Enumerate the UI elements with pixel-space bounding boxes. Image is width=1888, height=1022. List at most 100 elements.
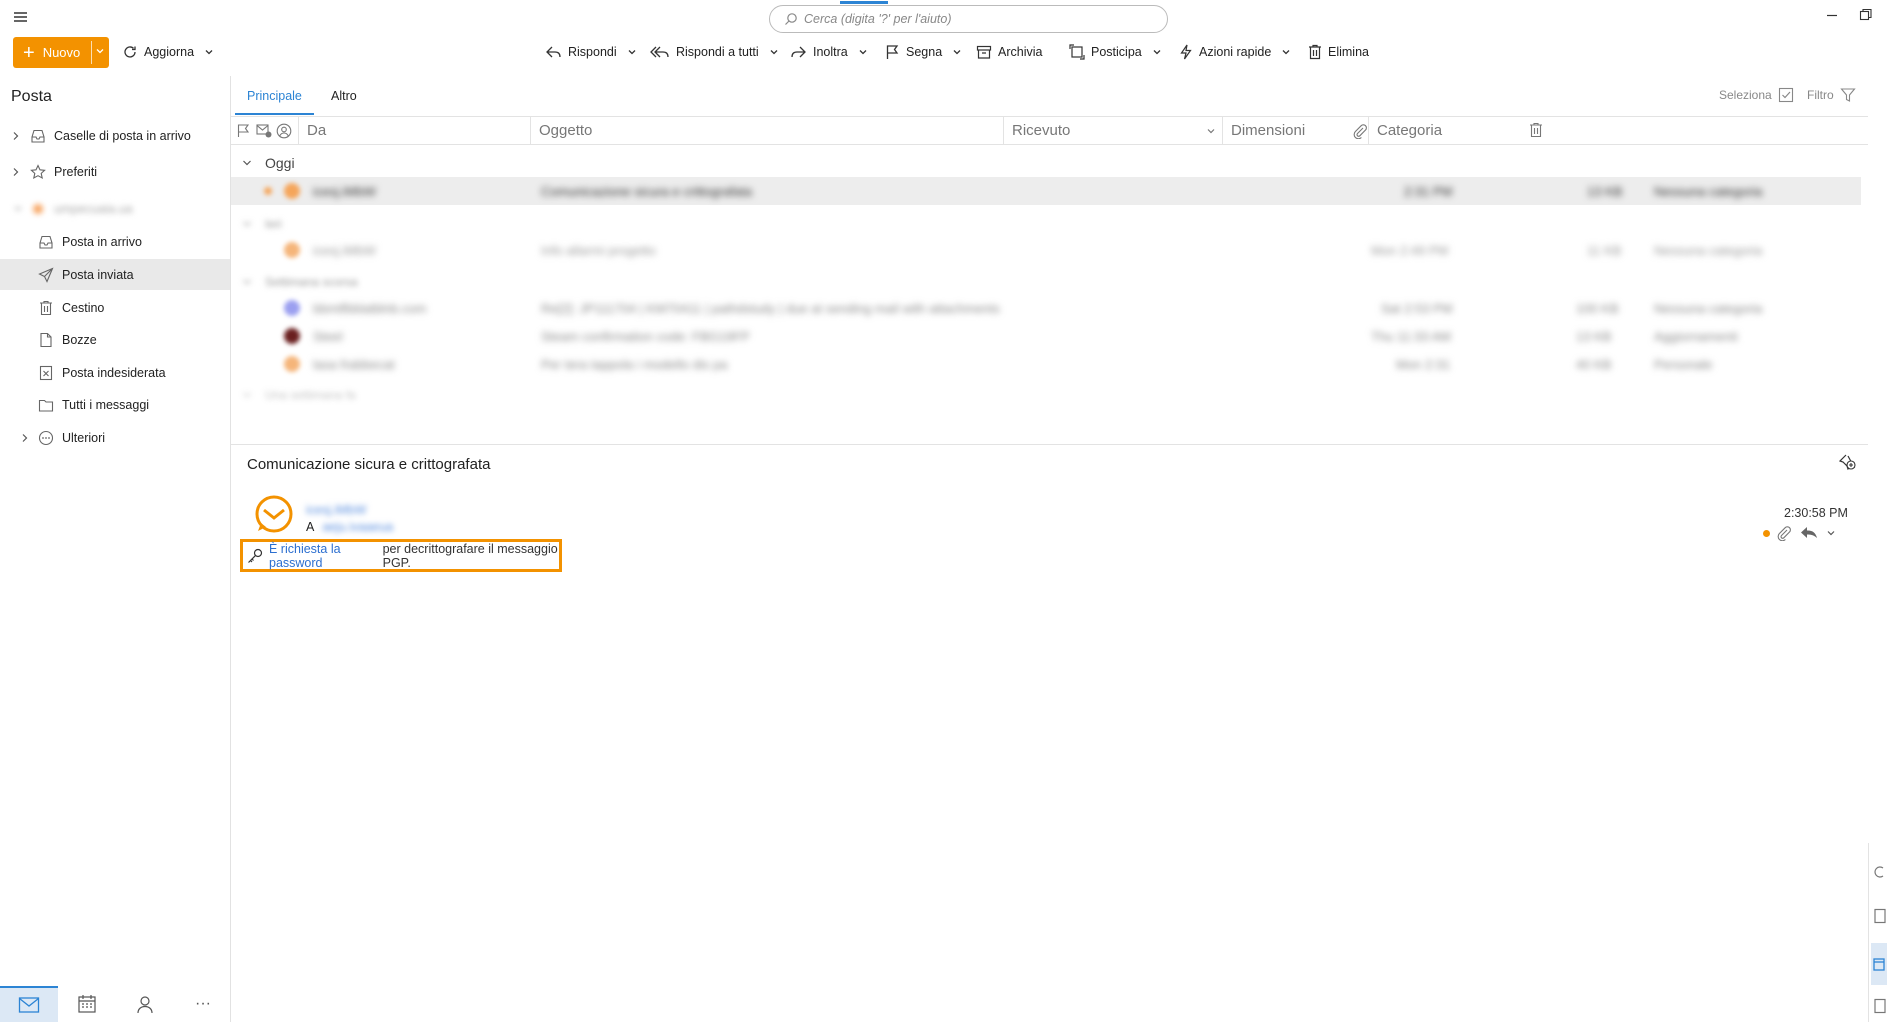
group-header-last-week[interactable]: Settimana scorsa <box>231 269 358 295</box>
reply-icon[interactable] <box>1800 526 1826 540</box>
group-label: Oggi <box>265 155 295 171</box>
contacts-icon[interactable] <box>116 986 174 1022</box>
quick-actions-button[interactable]: Azioni rapide <box>1179 42 1297 62</box>
archive-button[interactable]: Archivia <box>976 42 1042 62</box>
row-category: Nessuna categoria <box>1654 243 1763 258</box>
calendar-icon[interactable] <box>58 986 116 1022</box>
chevron-down-icon <box>858 47 874 57</box>
message-subject: Comunicazione sicura e crittografata <box>247 456 491 473</box>
row-size: 13 KB <box>1587 184 1623 199</box>
sidebar-item-inboxes[interactable]: Caselle di posta in arrivo <box>0 120 230 151</box>
table-row[interactable]: icesj.iMbW Comunicazione sicura e critto… <box>231 177 1861 205</box>
chevron-down-icon <box>204 47 220 57</box>
sidebar-item-account[interactable]: umpecuaia.ua <box>0 193 230 224</box>
send-icon <box>38 266 54 283</box>
sidebar-item-sent[interactable]: Posta inviata <box>0 259 230 290</box>
trash-column-icon[interactable] <box>1529 122 1543 138</box>
column-subject[interactable]: Oggetto <box>530 117 1003 144</box>
group-header-yesterday[interactable]: Ieri <box>231 211 282 237</box>
sidebar-item-drafts[interactable]: Bozze <box>0 324 230 355</box>
group-header-older[interactable]: Una settimana fa <box>231 382 356 408</box>
row-size: 11 KB <box>1587 243 1622 258</box>
forward-button[interactable]: Inoltra <box>790 42 874 62</box>
attachment-column-icon[interactable] <box>1352 123 1368 139</box>
chevron-right-icon[interactable] <box>12 131 20 141</box>
title-bar: Cerca (digita '?' per l'aiuto) <box>0 0 1888 36</box>
chevron-down-icon[interactable] <box>95 46 105 56</box>
recipient-address[interactable]: aeju.ivaaeua <box>322 520 393 534</box>
table-row[interactable]: bbmtfbblatblnb.com Re[2]: JP111704 | KM7… <box>231 294 1861 322</box>
rail-document-icon[interactable] <box>1873 908 1887 928</box>
inbox-tray-icon <box>30 128 46 144</box>
sidebar-item-all-messages[interactable]: Tutti i messaggi <box>0 389 230 420</box>
read-status-column-icon[interactable] <box>256 123 272 138</box>
row-category: Nessuna categoria <box>1654 184 1763 199</box>
forward-icon <box>790 44 813 60</box>
table-row[interactable]: lasa frabbecat Per tera tappola i modell… <box>231 350 1861 378</box>
attachment-icon[interactable] <box>1776 525 1800 541</box>
new-button[interactable]: + Nuovo <box>13 37 109 68</box>
more-icon[interactable]: ··· <box>174 986 232 1022</box>
chevron-right-icon[interactable] <box>21 433 29 443</box>
pin-add-icon[interactable] <box>1838 454 1856 472</box>
sidebar-item-favorites[interactable]: Preferiti <box>0 156 230 187</box>
reply-all-label: Rispondi a tutti <box>676 45 759 59</box>
reply-all-button[interactable]: Rispondi a tutti <box>650 42 785 62</box>
search-input[interactable]: Cerca (digita '?' per l'aiuto) <box>769 1 1168 33</box>
rail-calendar-icon[interactable] <box>1871 943 1887 985</box>
password-required-link[interactable]: È richiesta la password <box>269 542 379 570</box>
row-category: Aggiornamenti <box>1654 329 1738 344</box>
quick-actions-label: Azioni rapide <box>1199 45 1272 59</box>
column-from[interactable]: Da <box>298 117 530 144</box>
column-category[interactable]: Categoria <box>1368 117 1523 144</box>
avatar-column-icon[interactable] <box>276 123 292 139</box>
mark-button[interactable]: Segna <box>885 42 968 62</box>
filter-button[interactable]: Filtro <box>1807 87 1856 103</box>
funnel-icon <box>1834 87 1856 103</box>
tab-primary[interactable]: Principale <box>235 89 314 115</box>
junk-icon <box>38 365 54 381</box>
snooze-button[interactable]: Posticipa <box>1069 42 1168 62</box>
mail-icon[interactable] <box>0 986 58 1022</box>
chevron-right-icon[interactable] <box>12 167 20 177</box>
sender-name[interactable]: icesj.iMbW <box>306 503 366 517</box>
rail-item-icon[interactable] <box>1873 865 1887 885</box>
row-received: Sat 2:53 PM <box>1381 301 1453 316</box>
sidebar-title: Posta <box>11 88 52 105</box>
delete-button[interactable]: Elimina <box>1308 42 1369 62</box>
star-icon <box>30 163 46 180</box>
column-received[interactable]: Ricevuto <box>1003 117 1222 144</box>
main-pane: Principale Altro Seleziona Filtro Da Ogg… <box>231 76 1868 1022</box>
sidebar-item-trash[interactable]: Cestino <box>0 292 230 323</box>
tab-other[interactable]: Altro <box>331 89 357 103</box>
minimize-icon[interactable] <box>1823 6 1841 24</box>
chevron-down-icon[interactable] <box>1826 528 1844 538</box>
archive-icon <box>976 44 998 60</box>
sidebar-item-junk[interactable]: Posta indesiderata <box>0 357 230 388</box>
reply-button[interactable]: Rispondi <box>545 42 643 62</box>
flag-column-icon[interactable] <box>236 123 251 138</box>
sort-chevron-icon <box>1206 126 1216 136</box>
menu-icon[interactable] <box>12 9 30 25</box>
table-row[interactable]: Steel Steam confirmation code: FBG19FP T… <box>231 322 1861 350</box>
search-focus-bar <box>840 1 888 4</box>
restore-icon[interactable] <box>1857 6 1875 24</box>
table-row[interactable]: icesj.iMbW Info allarmi progetto Mon 2:4… <box>231 236 1861 264</box>
chevron-down-icon <box>242 219 252 229</box>
inbox-tray-icon <box>38 234 54 250</box>
pgp-password-notice: È richiesta la password per decrittograf… <box>240 539 562 572</box>
sidebar-item-inbox[interactable]: Posta in arrivo <box>0 226 230 257</box>
sidebar-item-label: Bozze <box>62 332 97 347</box>
flag-icon <box>885 44 906 60</box>
sender-avatar <box>253 493 295 535</box>
row-received: 2:31 PM <box>1404 184 1453 199</box>
row-from: lasa frabbecat <box>313 357 395 372</box>
column-size[interactable]: Dimensioni <box>1222 117 1349 144</box>
refresh-label: Aggiorna <box>144 45 195 59</box>
sidebar-item-more[interactable]: Ulteriori <box>0 422 230 453</box>
key-icon <box>243 548 269 564</box>
rail-note-icon[interactable] <box>1873 998 1887 1018</box>
group-header-today[interactable]: Oggi <box>231 150 295 176</box>
select-button[interactable]: Seleziona <box>1719 87 1794 103</box>
refresh-button[interactable]: Aggiorna <box>122 42 220 62</box>
